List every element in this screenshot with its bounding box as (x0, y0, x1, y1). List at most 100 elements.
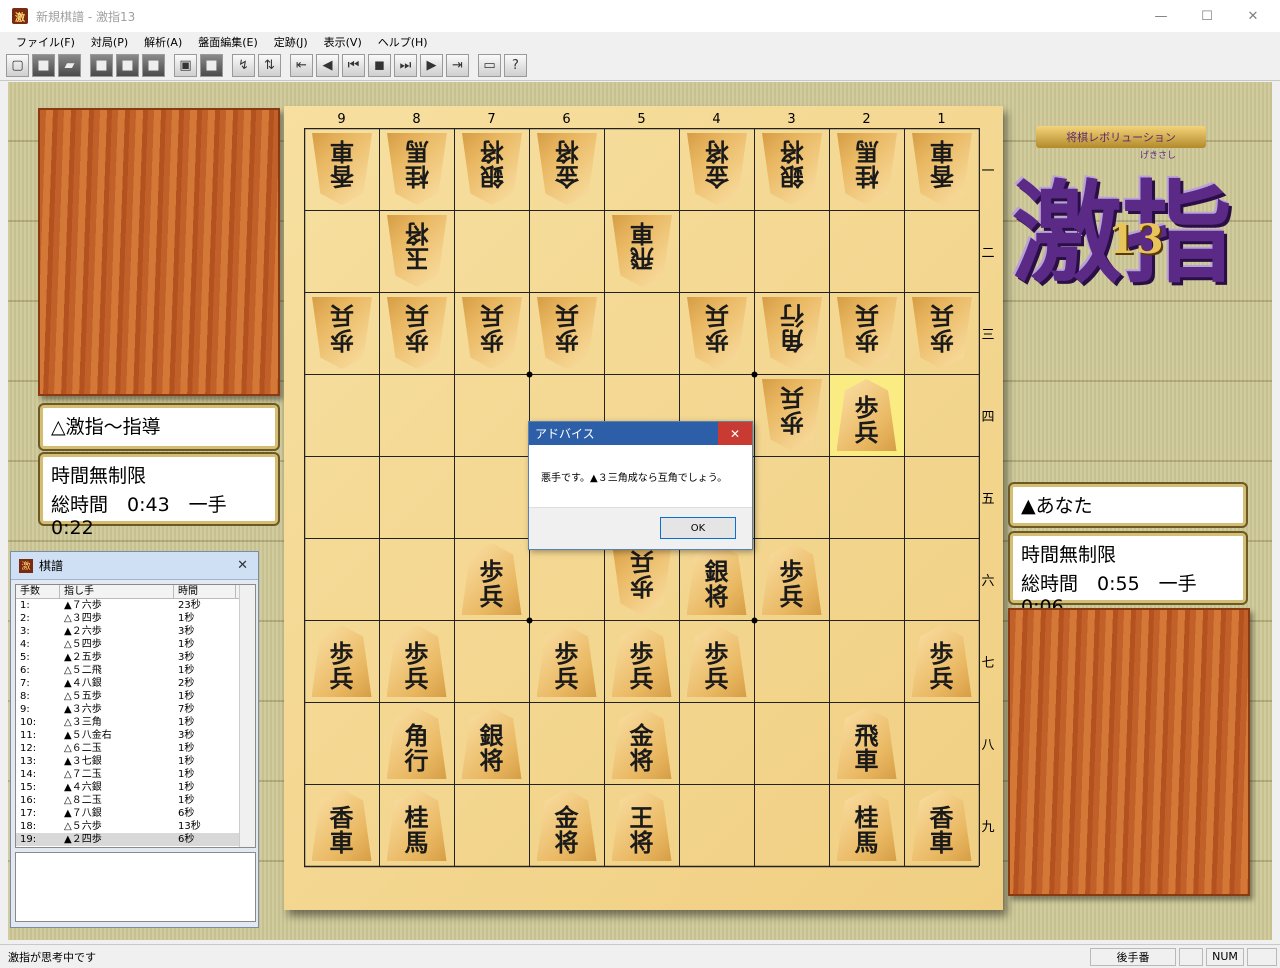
kifu-row[interactable]: 3: ▲２六歩 3秒 (16, 625, 255, 638)
open-icon[interactable]: ■ (32, 54, 55, 77)
new-icon[interactable]: ▢ (6, 54, 29, 77)
kifu-row[interactable]: 9: ▲３六歩 7秒 (16, 703, 255, 716)
piece-char-bottom: 兵 (779, 383, 804, 412)
kifu-move-number: 3: (20, 626, 30, 637)
menu-analysis[interactable]: 解析(A) (136, 34, 190, 50)
piece-char-top: 桂 (854, 162, 879, 192)
board-row-label: 七 (981, 656, 995, 671)
back-icon[interactable]: ⏮ (342, 54, 365, 77)
kifu-move-number: 18: (20, 821, 37, 832)
kifu-move-time: 3秒 (178, 652, 195, 663)
piece-char-bottom: 兵 (704, 301, 729, 330)
kifu-row[interactable]: 18: △５六歩 13秒 (16, 820, 255, 833)
kifu-list[interactable]: 手数 指し手 時間 1: ▲７六歩 23秒 2: △３四歩 1秒 3: ▲２六歩 3秒 4: △５四… (15, 584, 256, 848)
gekisashi-logo: 将棋レボリューション 激指 13 げきさし (1012, 124, 1252, 298)
minimize-button[interactable]: — (1138, 0, 1184, 32)
prev-move-icon[interactable]: ◀ (316, 54, 339, 77)
piece-char-bottom: 兵 (554, 664, 579, 693)
analyze-icon[interactable]: ▣ (174, 54, 197, 77)
menu-view[interactable]: 表示(V) (316, 34, 370, 50)
kifu-row[interactable]: 5: ▲２五歩 3秒 (16, 651, 255, 664)
board-col-label: 2 (862, 112, 871, 127)
piece-char-bottom: 馬 (854, 828, 879, 857)
next-move-icon[interactable]: ▶ (420, 54, 443, 77)
piece-char-top: 歩 (329, 326, 354, 356)
kifu-move-time: 1秒 (178, 613, 195, 624)
kifu-row[interactable]: 14: △７二玉 1秒 (16, 768, 255, 781)
piece-char-bottom: 将 (404, 219, 429, 248)
kifu-scrollbar[interactable] (239, 585, 255, 847)
gote-time-mode: 時間無制限 (51, 465, 147, 487)
kifu-row[interactable]: 1: ▲７六歩 23秒 (16, 599, 255, 612)
kifu-row[interactable]: 12: △６二玉 1秒 (16, 742, 255, 755)
board-col-label: 7 (487, 112, 496, 127)
menu-board-edit[interactable]: 盤面編集(E) (190, 34, 266, 50)
redo-icon[interactable]: ■ (116, 54, 139, 77)
kifu-row[interactable]: 19: ▲２四歩 6秒 (16, 833, 255, 846)
kifu-row[interactable]: 11: ▲５八金右 3秒 (16, 729, 255, 742)
board-icon[interactable]: ■ (142, 54, 165, 77)
monitor-icon[interactable]: ▭ (478, 54, 501, 77)
menu-help[interactable]: ヘルプ(H) (370, 34, 436, 50)
piece-char-bottom: 将 (629, 828, 654, 857)
kifu-move-number: 10: (20, 717, 37, 728)
kifu-row[interactable]: 13: ▲３七銀 1秒 (16, 755, 255, 768)
stop-icon[interactable]: ■ (200, 54, 223, 77)
piece-char-top: 金 (554, 162, 579, 192)
kifu-row[interactable]: 10: △３三角 1秒 (16, 716, 255, 729)
undo-icon[interactable]: ■ (90, 54, 113, 77)
kifu-header: 手数 指し手 時間 (16, 585, 255, 599)
piece-char-bottom: 兵 (929, 301, 954, 330)
sente-name-box: ▲あなた (1010, 484, 1246, 526)
menu-game[interactable]: 対局(P) (83, 34, 136, 50)
kifu-comment-box[interactable] (15, 852, 256, 922)
piece-char-top: 玉 (404, 244, 429, 274)
close-button[interactable]: ✕ (1230, 0, 1276, 32)
kifu-row[interactable]: 15: ▲４六銀 1秒 (16, 781, 255, 794)
kifu-move-text: △８二玉 (64, 795, 102, 806)
maximize-button[interactable]: ☐ (1184, 0, 1230, 32)
kifu-row[interactable]: 7: ▲４八銀 2秒 (16, 677, 255, 690)
kifu-row[interactable]: 6: △５二飛 1秒 (16, 664, 255, 677)
last-move-icon[interactable]: ⇥ (446, 54, 469, 77)
menu-joseki[interactable]: 定跡(J) (266, 34, 316, 50)
kifu-move-number: 14: (20, 769, 37, 780)
kifu-move-number: 2: (20, 613, 30, 624)
piece-char-top: 香 (329, 162, 354, 192)
board-col-label: 1 (937, 112, 946, 127)
toolbar: ▢ ■ ▰ ■ ■ ■ ▣ ■ ↯ ⇅ ⇤ ◀ ⏮ ◼ ⏭ ▶ ⇥ ▭? (0, 51, 1280, 81)
forward-icon[interactable]: ⏭ (394, 54, 417, 77)
piece-char-top: 歩 (929, 326, 954, 356)
dialog-ok-button[interactable]: OK (660, 517, 736, 539)
stop-replay-icon[interactable]: ◼ (368, 54, 391, 77)
kifu-header-time[interactable]: 時間 (174, 585, 236, 598)
sente-piece-stand[interactable] (1008, 608, 1250, 896)
piece-char-bottom: 将 (479, 746, 504, 775)
kifu-title: 棋譜 (39, 559, 64, 573)
kifu-row[interactable]: 17: ▲７八銀 6秒 (16, 807, 255, 820)
gote-piece-stand[interactable] (38, 108, 280, 396)
kifu-row[interactable]: 8: △５五歩 1秒 (16, 690, 255, 703)
kifu-titlebar[interactable]: 激 棋譜 ✕ (11, 552, 258, 580)
hint-icon[interactable]: ↯ (232, 54, 255, 77)
status-bar: 激指が思考中です 後手番 NUM (0, 944, 1280, 968)
help-icon[interactable]: ? (504, 54, 527, 77)
save-icon[interactable]: ▰ (58, 54, 81, 77)
kifu-move-text: ▲７六歩 (64, 600, 102, 611)
kifu-header-move[interactable]: 指し手 (60, 585, 174, 598)
piece-char-top: 歩 (854, 326, 879, 356)
kifu-move-text: ▲７八銀 (64, 808, 102, 819)
first-move-icon[interactable]: ⇤ (290, 54, 313, 77)
kifu-move-text: △５四歩 (64, 639, 102, 650)
kifu-row[interactable]: 2: △３四歩 1秒 (16, 612, 255, 625)
kifu-move-text: ▲３六歩 (64, 704, 102, 715)
menu-file[interactable]: ファイル(F) (8, 34, 83, 50)
kifu-close-button[interactable]: ✕ (237, 558, 248, 573)
kifu-row[interactable]: 16: △８二玉 1秒 (16, 794, 255, 807)
kifu-row[interactable]: 4: △５四歩 1秒 (16, 638, 255, 651)
dialog-close-button[interactable]: ✕ (718, 422, 752, 445)
flip-icon[interactable]: ⇅ (258, 54, 281, 77)
kifu-move-number: 11: (20, 730, 37, 741)
kifu-header-num[interactable]: 手数 (16, 585, 60, 598)
dialog-titlebar[interactable]: アドバイス ✕ (529, 422, 752, 445)
